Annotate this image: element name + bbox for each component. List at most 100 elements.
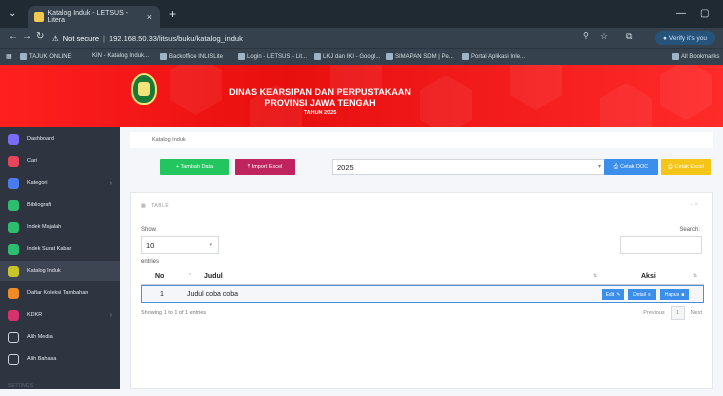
- browser-toolbar: ← → ↻ ⚠ Not secure | 192.168.50.33/litsu…: [0, 28, 723, 48]
- sidebar-item-daftar-koleksi[interactable]: Daftar Koleksi Tambahan: [0, 283, 120, 303]
- sidebar-footer[interactable]: SETTINGS: [0, 376, 120, 396]
- warning-icon: ⚠: [52, 33, 59, 43]
- bookmarks-bar: ▦ TAJUK ONLINE KIN - Katalog Induk... Ba…: [0, 48, 723, 65]
- search-label: Search:: [679, 227, 700, 233]
- extensions-icon[interactable]: ⧉: [626, 31, 632, 42]
- back-icon[interactable]: ←: [8, 31, 18, 42]
- zoom-icon[interactable]: ⚲: [583, 31, 589, 40]
- forward-icon[interactable]: →: [22, 31, 32, 42]
- book-icon: [8, 177, 19, 189]
- table-info: Showing 1 to 1 of 1 entries: [141, 310, 207, 316]
- breadcrumb: Katalog Induk: [130, 132, 713, 148]
- chevron-down-icon: ▾: [597, 164, 601, 170]
- card-controls[interactable]: – ×: [689, 202, 698, 208]
- sidebar-item-dashboard[interactable]: Dashboard: [0, 129, 120, 149]
- cetak-excel-button[interactable]: ⎙ Cetak Excel: [661, 159, 711, 175]
- delete-icon: ■: [681, 291, 685, 298]
- banner-title: DINAS KEARSIPAN DAN PERPUSTAKAAN PROVINS…: [229, 87, 411, 116]
- sidebar-item-kategori[interactable]: Kategori ›: [0, 173, 120, 193]
- column-header-judul[interactable]: Judul: [204, 273, 223, 280]
- grid-icon: [8, 353, 19, 365]
- table-row: 1 Judul coba coba Edit ✎ Detail ≡ Hapus ■: [141, 285, 704, 303]
- bookmark-icon: [238, 53, 245, 60]
- next-button[interactable]: Next: [691, 310, 702, 316]
- grid-icon: [8, 331, 19, 343]
- table-card: ▦ TABLE – × Show 10 ▾ entries Search: No …: [130, 192, 713, 389]
- bookmark-item[interactable]: TAJUK ONLINE: [20, 53, 72, 60]
- grid-icon: [8, 309, 19, 321]
- close-tab-icon[interactable]: ×: [147, 12, 152, 22]
- bookmark-item[interactable]: SIMAPAN SDM | Pe...: [386, 53, 454, 60]
- chevron-down-icon: ▾: [209, 242, 212, 248]
- bookmark-item[interactable]: Portal Aplikasi Inle...: [462, 53, 525, 60]
- column-header-no[interactable]: No: [155, 273, 164, 280]
- bookmark-icon: [386, 53, 393, 60]
- sidebar-item-katalog-induk[interactable]: Katalog Induk: [0, 261, 120, 281]
- reload-icon[interactable]: ↻: [36, 31, 44, 42]
- detail-button[interactable]: Detail ≡: [628, 289, 656, 300]
- column-header-aksi[interactable]: Aksi: [641, 273, 656, 280]
- page-1-button[interactable]: 1: [670, 306, 685, 320]
- tab-title: Katalog Induk - LETSUS - Litera: [47, 10, 129, 24]
- sidebar-item-indek-surat-kabar[interactable]: Indek Surat Kabar: [0, 239, 120, 259]
- cell-judul: Judul coba coba: [187, 291, 238, 298]
- cell-no: 1: [160, 291, 164, 298]
- list-icon: ≡: [647, 291, 651, 298]
- grid-icon: [8, 199, 19, 211]
- print-icon: ⎙: [668, 163, 673, 170]
- entries-label: entries: [141, 259, 160, 265]
- cetak-doc-button[interactable]: ⎙ Cetak DOC: [604, 159, 658, 175]
- grid-icon: [8, 243, 19, 255]
- chevron-right-icon: ›: [109, 311, 112, 319]
- tab-list-icon[interactable]: ⌄: [8, 8, 16, 19]
- card-header: ▦ TABLE: [141, 203, 170, 209]
- tambah-data-button[interactable]: + Tambah Data: [160, 159, 229, 175]
- apps-icon[interactable]: ▦: [6, 53, 12, 60]
- prev-button[interactable]: Previous: [643, 310, 664, 316]
- edit-button[interactable]: Edit ✎: [602, 289, 624, 300]
- sidebar-item-indek-majalah[interactable]: Indek Majalah: [0, 217, 120, 237]
- all-bookmarks[interactable]: All Bookmarks: [672, 53, 719, 60]
- sidebar-item-bibliografi[interactable]: Bibliografi: [0, 195, 120, 215]
- sort-icon[interactable]: ⇅: [593, 273, 597, 279]
- sidebar-item-alih-bahasa[interactable]: Alih Bahasa: [0, 349, 120, 369]
- chevron-right-icon: ›: [109, 179, 112, 187]
- sort-icon[interactable]: ⌃: [188, 273, 192, 279]
- not-secure-label: Not secure: [62, 33, 100, 43]
- minimize-icon[interactable]: —: [676, 8, 686, 19]
- sidebar-item-kdkr[interactable]: KDKR ›: [0, 305, 120, 325]
- restore-icon[interactable]: ▢: [700, 8, 709, 19]
- verify-button[interactable]: ● Verify it's you: [655, 31, 715, 45]
- favicon-icon: [34, 12, 44, 22]
- pencil-icon: ✎: [616, 291, 621, 298]
- bookmark-item[interactable]: Login - LETSUS - Lit...: [238, 53, 307, 60]
- address-bar[interactable]: ⚠ Not secure | 192.168.50.33/litsus/buku…: [52, 29, 652, 47]
- page-length-select[interactable]: 10 ▾: [141, 236, 219, 254]
- dashboard-icon: [8, 133, 19, 145]
- bookmark-icon: [462, 53, 469, 60]
- profile-icon: ●: [662, 34, 667, 42]
- url-text: 192.168.50.33/litsus/buku/katalog_induk: [108, 33, 243, 43]
- browser-tab[interactable]: Katalog Induk - LETSUS - Litera ×: [28, 6, 160, 28]
- year-select[interactable]: 2025 ▾: [332, 159, 610, 175]
- table-icon: ▦: [141, 203, 147, 209]
- bookmark-item[interactable]: LKJ dan IKI - Googl...: [314, 53, 380, 60]
- print-icon: ⎙: [613, 163, 619, 170]
- bookmark-icon: [160, 53, 167, 60]
- grid-icon: [8, 265, 19, 277]
- search-icon: [8, 155, 19, 167]
- bookmark-item[interactable]: Backoffice INLISLite: [160, 53, 223, 60]
- new-tab-icon[interactable]: +: [169, 7, 176, 21]
- search-input[interactable]: [620, 236, 702, 254]
- sort-icon[interactable]: ⇅: [693, 273, 697, 279]
- main-content: Katalog Induk + Tambah Data ⤒ Import Exc…: [120, 127, 723, 389]
- grid-icon: [8, 287, 19, 299]
- star-icon[interactable]: ☆: [600, 31, 608, 42]
- sidebar-item-cari[interactable]: Cari: [0, 151, 120, 171]
- hapus-button[interactable]: Hapus ■: [660, 289, 689, 300]
- sidebar: Dashboard Cari Kategori › Bibliografi Ind…: [0, 127, 120, 389]
- sidebar-item-alih-media[interactable]: Alih Media: [0, 327, 120, 347]
- bookmark-item[interactable]: KIN - Katalog Induk...: [92, 53, 149, 59]
- bookmark-icon: [20, 53, 27, 60]
- import-excel-button[interactable]: ⤒ Import Excel: [235, 159, 295, 175]
